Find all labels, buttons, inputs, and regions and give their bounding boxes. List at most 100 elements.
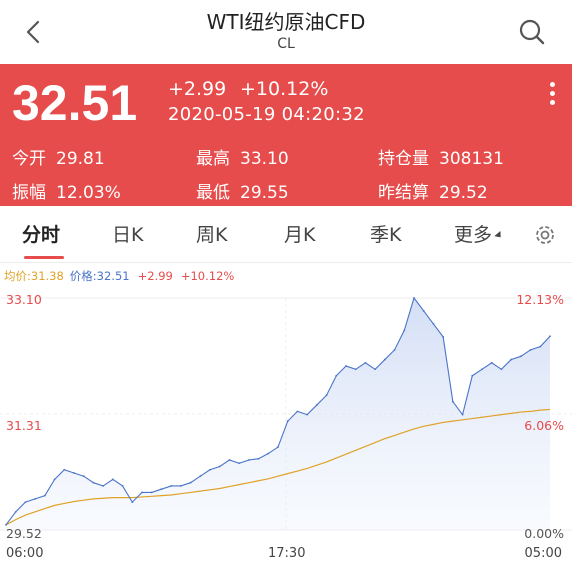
legend-change: +2.99 bbox=[137, 269, 173, 283]
y-axis-mid-label: 31.31 bbox=[6, 418, 42, 433]
price-point bbox=[111, 478, 114, 481]
more-options-button[interactable] bbox=[540, 82, 564, 110]
price-point bbox=[354, 368, 357, 371]
search-icon bbox=[519, 19, 545, 45]
stat-label: 最高 bbox=[196, 149, 230, 169]
price-point bbox=[529, 348, 532, 351]
tab-more[interactable]: 更多 bbox=[454, 220, 504, 247]
price-point bbox=[24, 501, 27, 504]
legend-avg-price: 均价:31.38 bbox=[4, 269, 64, 283]
price-point bbox=[82, 475, 85, 478]
price-point bbox=[374, 368, 377, 371]
price-point bbox=[315, 404, 318, 406]
price-point bbox=[345, 365, 347, 367]
price-point bbox=[209, 468, 211, 471]
more-vertical-icon bbox=[540, 82, 564, 105]
stat-value: 29.55 bbox=[240, 183, 289, 203]
intraday-chart bbox=[0, 296, 572, 531]
price-point bbox=[403, 329, 406, 332]
price-point bbox=[393, 348, 396, 351]
tab-monthly-k[interactable]: 月K bbox=[284, 220, 315, 247]
settings-icon bbox=[536, 226, 554, 244]
price-point bbox=[199, 475, 202, 478]
price-change: +2.99 bbox=[168, 78, 227, 100]
chart-settings-button[interactable] bbox=[532, 222, 558, 248]
stat-low: 最低 29.55 bbox=[196, 178, 289, 203]
price-point bbox=[121, 485, 124, 487]
stat-high: 最高 33.10 bbox=[196, 144, 289, 169]
stat-label: 持仓量 bbox=[378, 149, 429, 169]
price-point bbox=[500, 368, 503, 371]
price-point bbox=[141, 491, 143, 494]
pct-axis-mid-label: 6.06% bbox=[524, 418, 564, 433]
tab-intraday[interactable]: 分时 bbox=[22, 220, 60, 247]
stat-value: 12.03% bbox=[56, 183, 121, 203]
price-point bbox=[286, 420, 289, 423]
stat-value: 29.81 bbox=[56, 149, 105, 169]
price-point bbox=[296, 410, 299, 413]
price-point bbox=[257, 457, 260, 460]
quote-timestamp: 2020-05-19 04:20:32 bbox=[168, 104, 365, 125]
stat-open-interest: 持仓量 308131 bbox=[378, 144, 504, 169]
price-point bbox=[73, 472, 75, 474]
stat-label: 振幅 bbox=[12, 183, 46, 203]
price-point bbox=[150, 491, 153, 494]
price-point bbox=[442, 335, 445, 338]
price-change-percent: +10.12% bbox=[240, 78, 329, 100]
page-title: WTI纽约原油CFD bbox=[206, 10, 366, 34]
pct-axis-bottom-label: 0.00% bbox=[524, 526, 564, 541]
stat-open: 今开 29.81 bbox=[12, 144, 105, 169]
price-point bbox=[228, 459, 231, 461]
price-point bbox=[102, 485, 105, 487]
price-point bbox=[413, 297, 415, 299]
price-point bbox=[383, 358, 386, 361]
chart-legend: 均价:31.38 价格:32.51 +2.99 +10.12% bbox=[4, 268, 234, 284]
period-tabs: 分时 日K 周K 月K 季K 更多 bbox=[0, 206, 572, 263]
price-point bbox=[189, 481, 192, 484]
price-point bbox=[481, 368, 483, 371]
top-bar: WTI纽约原油CFD CL bbox=[0, 0, 572, 64]
price-point bbox=[277, 446, 279, 448]
quote-panel: 32.51 +2.99 +10.12% 2020-05-19 04:20:32 … bbox=[0, 64, 572, 206]
price-point bbox=[306, 413, 309, 416]
x-axis-start-label: 06:00 bbox=[6, 546, 44, 561]
price-point bbox=[451, 400, 454, 403]
last-price: 32.51 bbox=[12, 75, 138, 131]
stat-value: 29.52 bbox=[439, 183, 488, 203]
stat-prev-settlement: 昨结算 29.52 bbox=[378, 178, 488, 203]
price-point bbox=[53, 478, 56, 481]
stat-label: 最低 bbox=[196, 183, 230, 203]
price-point bbox=[335, 374, 338, 377]
price-point bbox=[432, 323, 435, 325]
price-point bbox=[179, 485, 182, 487]
stat-label: 今开 bbox=[12, 149, 46, 169]
x-axis-mid-label: 17:30 bbox=[268, 546, 306, 561]
price-point bbox=[247, 459, 250, 461]
caret-down-icon bbox=[494, 231, 504, 240]
price-point bbox=[539, 345, 542, 348]
tab-weekly-k[interactable]: 周K bbox=[196, 220, 227, 247]
tab-quarterly-k[interactable]: 季K bbox=[370, 220, 401, 247]
stat-value: 33.10 bbox=[240, 149, 289, 169]
price-point bbox=[170, 485, 173, 487]
pct-axis-top-label: 12.13% bbox=[516, 292, 564, 307]
price-point bbox=[218, 465, 221, 468]
price-point bbox=[422, 310, 425, 312]
x-axis-end-label: 05:00 bbox=[524, 546, 562, 561]
tab-daily-k[interactable]: 日K bbox=[112, 220, 143, 247]
price-point bbox=[510, 358, 513, 361]
price-point bbox=[471, 374, 474, 377]
price-point bbox=[92, 481, 95, 484]
price-point bbox=[267, 452, 270, 455]
price-point bbox=[14, 510, 17, 513]
price-point bbox=[43, 494, 46, 497]
price-point bbox=[549, 335, 551, 338]
price-point bbox=[490, 361, 493, 364]
active-tab-indicator bbox=[24, 256, 64, 259]
price-point bbox=[461, 413, 464, 416]
y-axis-top-label: 33.10 bbox=[6, 292, 42, 307]
stat-value: 308131 bbox=[439, 149, 504, 169]
search-button[interactable] bbox=[514, 14, 550, 50]
price-point bbox=[519, 355, 522, 358]
legend-change-percent: +10.12% bbox=[180, 269, 235, 283]
